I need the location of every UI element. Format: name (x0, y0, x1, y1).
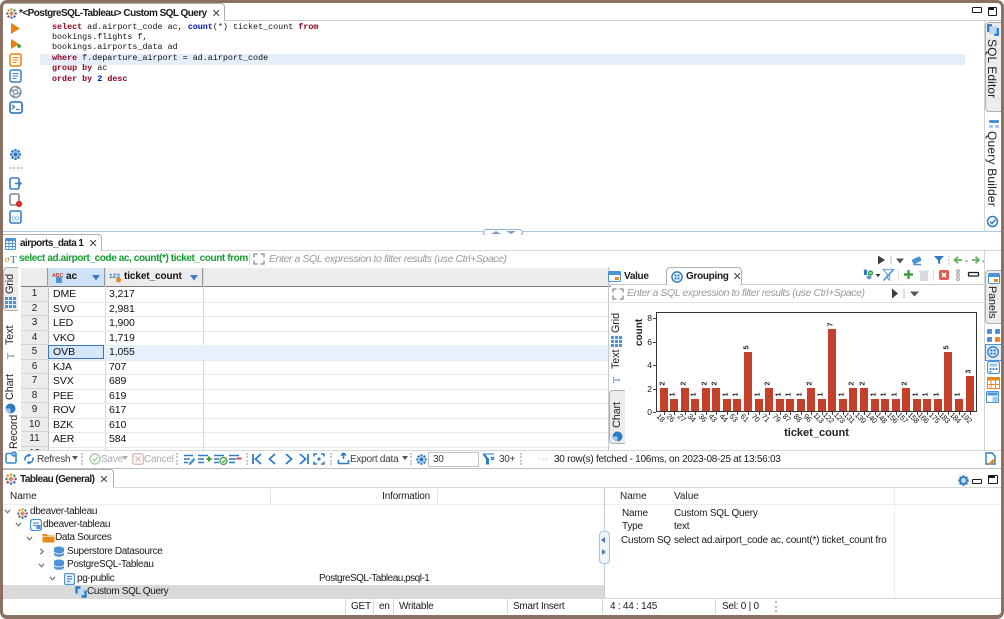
svg-text:T: T (612, 377, 622, 383)
svg-text:T: T (10, 254, 17, 265)
svg-text:T: T (6, 353, 16, 359)
svg-text:(x): (x) (12, 216, 19, 222)
